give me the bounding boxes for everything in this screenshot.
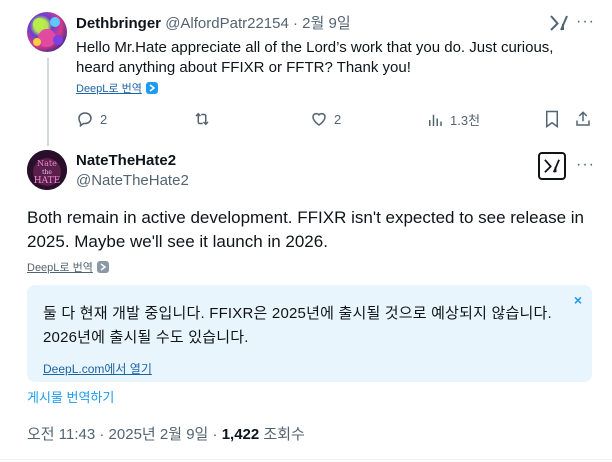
divider: [0, 459, 612, 460]
nate-the-hate-logo-icon: Nate the HATE: [27, 150, 67, 190]
views-button[interactable]: 1.3천: [426, 110, 480, 129]
translation-text: 둘 다 현재 개발 중입니다. FFIXR은 2025년에 출시될 것으로 예상…: [43, 305, 552, 346]
separator-dot: ·: [99, 426, 105, 443]
translation-panel: 둘 다 현재 개발 중입니다. FFIXR은 2025년에 출시될 것으로 예상…: [27, 285, 592, 382]
user-handle[interactable]: @NateTheHate2: [76, 172, 189, 189]
separator-dot: ·: [212, 426, 218, 443]
views-label: 조회수: [263, 426, 305, 443]
translate-post-button[interactable]: 게시물 번역하기: [27, 387, 114, 406]
heart-icon: [312, 112, 326, 126]
repost-button[interactable]: [192, 110, 218, 128]
reply-icon: [78, 112, 92, 128]
grok-button[interactable]: [538, 152, 566, 180]
views-count: 1,422: [221, 426, 260, 443]
close-icon[interactable]: ×: [574, 292, 582, 308]
reply-header: Dethbringer @AlfordPatr22154 · 2월 9일: [76, 12, 351, 33]
display-name[interactable]: NateTheHate2: [76, 152, 176, 169]
post-date[interactable]: 2025년 2월 9일: [109, 426, 209, 443]
views-count: 1.3천: [450, 113, 481, 128]
svg-text:Nate: Nate: [37, 159, 57, 168]
share-icon: [576, 111, 590, 126]
timestamp[interactable]: 2월 9일: [302, 15, 350, 32]
avatar[interactable]: [27, 12, 67, 52]
deepl-badge-icon: [145, 82, 158, 94]
tweet-text: Both remain in active development. FFIXR…: [27, 208, 584, 251]
repost-icon: [195, 112, 209, 126]
like-button[interactable]: 2: [310, 110, 341, 128]
avatar[interactable]: Nate the HATE: [27, 150, 67, 190]
open-in-deepl-link[interactable]: DeepL.com에서 열기: [43, 360, 152, 377]
translate-label[interactable]: DeepL로 번역: [76, 80, 142, 96]
translate-label[interactable]: DeepL로 번역: [27, 259, 93, 275]
action-bar: 2 2 1.3천: [76, 110, 596, 128]
more-options-icon[interactable]: ···: [576, 156, 595, 174]
reply-tweet[interactable]: Dethbringer @AlfordPatr22154 · 2월 9일 ···…: [0, 0, 612, 146]
post-time[interactable]: 오전 11:43: [27, 426, 95, 443]
translate-link[interactable]: DeepL로 번역: [76, 80, 158, 96]
reply-count: 2: [100, 111, 108, 127]
analytics-icon: [429, 114, 442, 126]
svg-text:HATE: HATE: [34, 176, 60, 186]
avatar-art-icon: [33, 17, 63, 47]
bookmark-button[interactable]: [544, 110, 560, 128]
grok-icon[interactable]: [549, 14, 569, 37]
deepl-badge-icon: [96, 261, 109, 273]
display-name[interactable]: Dethbringer: [76, 15, 161, 32]
tweet-text: Hello Mr.Hate appreciate all of the Lord…: [76, 39, 554, 76]
reply-button[interactable]: 2: [76, 110, 107, 128]
bookmark-icon: [546, 110, 558, 128]
translate-link[interactable]: DeepL로 번역: [27, 259, 109, 275]
share-button[interactable]: [574, 110, 592, 128]
like-count: 2: [334, 111, 342, 127]
svg-text:the: the: [42, 169, 52, 176]
separator-dot: ·: [293, 15, 298, 32]
grok-icon: [544, 159, 560, 173]
post-meta: 오전 11:43 · 2025년 2월 9일 · 1,422 조회수: [27, 423, 305, 444]
more-options-icon[interactable]: ···: [576, 13, 595, 31]
user-handle[interactable]: @AlfordPatr22154: [165, 15, 289, 32]
